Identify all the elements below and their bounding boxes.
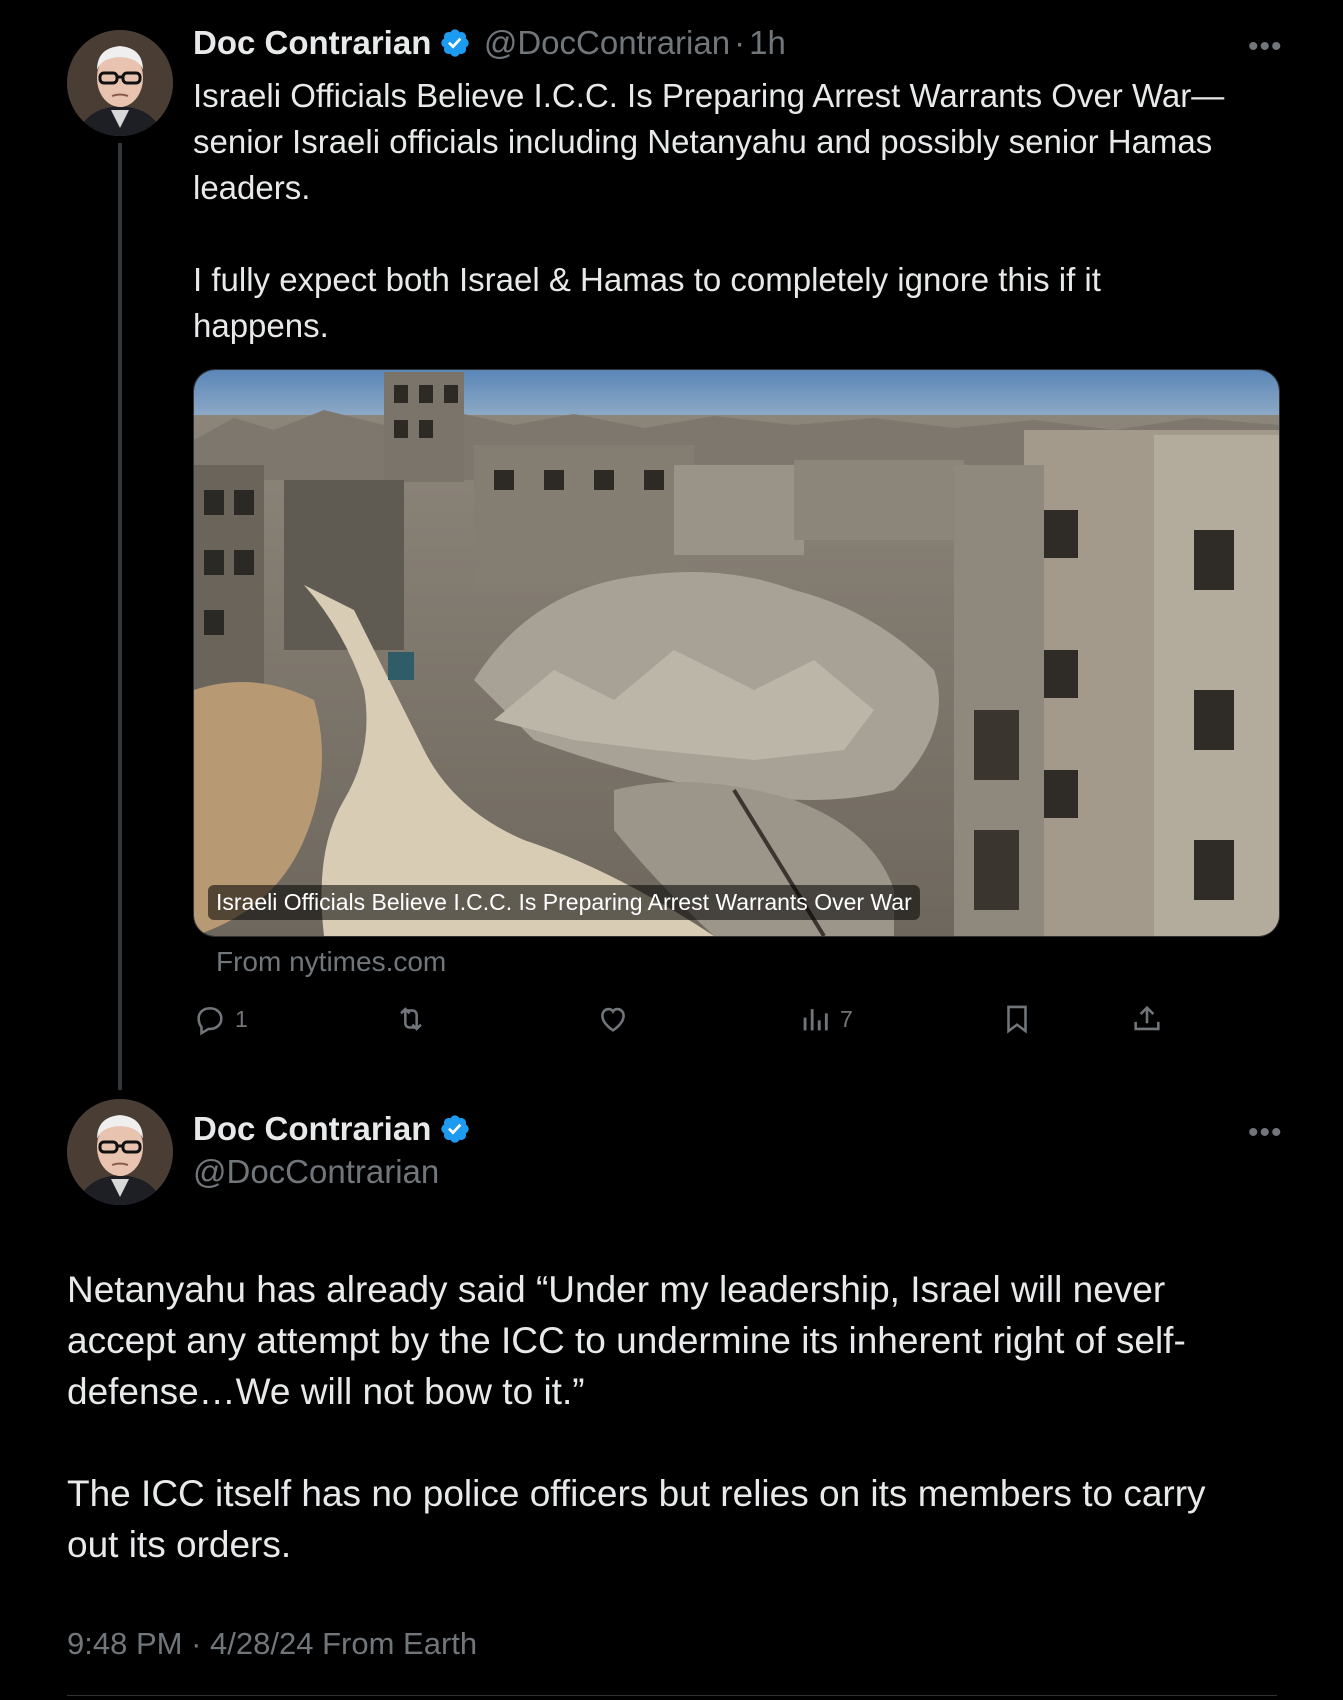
post-time[interactable]: 9:48 PM [67, 1626, 182, 1661]
author-name[interactable]: Doc Contrarian [193, 24, 431, 61]
reply-author-name-row: Doc Contrarian [193, 1110, 471, 1148]
tweet-timestamp[interactable]: 1h [749, 24, 786, 61]
reply-button[interactable]: 1 [193, 1002, 248, 1036]
verified-badge-icon [441, 1115, 470, 1143]
repost-button[interactable] [394, 1002, 436, 1036]
like-icon [601, 1007, 625, 1032]
like-button[interactable] [596, 1002, 638, 1036]
repost-icon [400, 1007, 422, 1031]
share-icon [1134, 1005, 1160, 1031]
thread-connector-line [118, 143, 122, 1090]
avatar-portrait [67, 1099, 173, 1205]
divider [67, 1695, 1277, 1696]
time-separator: · [734, 24, 746, 61]
bookmark-button[interactable] [1000, 1002, 1034, 1036]
link-card[interactable]: Israeli Officials Believe I.C.C. Is Prep… [193, 369, 1280, 937]
share-button[interactable] [1130, 1002, 1164, 1036]
more-icon[interactable]: ••• [1248, 30, 1283, 64]
post-metadata: 9:48 PM · 4/28/24 From Earth [67, 1626, 477, 1662]
bookmark-icon [1007, 1005, 1027, 1034]
reply-author-name[interactable]: Doc Contrarian [193, 1110, 431, 1147]
views-count: 7 [840, 1005, 853, 1032]
verified-badge-icon [441, 29, 470, 57]
post-location: From Earth [322, 1626, 478, 1661]
card-caption: Israeli Officials Believe I.C.C. Is Prep… [208, 885, 920, 920]
card-source[interactable]: From nytimes.com [216, 946, 446, 978]
card-image [194, 370, 1279, 936]
views-button[interactable]: 7 [798, 1002, 853, 1036]
reply-count: 1 [235, 1005, 248, 1032]
reply-icon [197, 1007, 223, 1036]
views-icon [803, 1009, 828, 1031]
avatar-portrait [67, 30, 173, 136]
reply-author-handle[interactable]: @DocContrarian [193, 1153, 439, 1191]
author-avatar[interactable] [67, 30, 173, 136]
author-handle[interactable]: @DocContrarian [484, 24, 730, 61]
tweet-text: Israeli Officials Believe I.C.C. Is Prep… [193, 77, 1225, 344]
reply-author-avatar[interactable] [67, 1099, 173, 1205]
more-icon[interactable]: ••• [1248, 1116, 1283, 1150]
meta-separator: · [191, 1626, 202, 1661]
tweet-header: Doc Contrarian @DocContrarian · 1h [193, 24, 786, 62]
reply-text: Netanyahu has already said “Under my lea… [67, 1269, 1206, 1565]
post-date[interactable]: 4/28/24 [210, 1626, 313, 1661]
